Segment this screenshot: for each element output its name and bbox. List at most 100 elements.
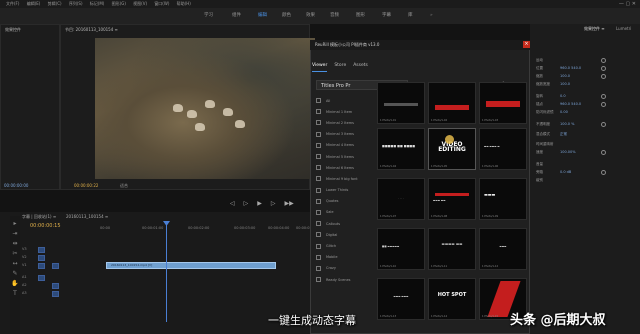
checkbox-icon[interactable] xyxy=(316,187,321,193)
workspace-captions[interactable]: 字幕 xyxy=(382,8,391,24)
pen-icon[interactable]: ✎ xyxy=(12,270,17,277)
tab-store[interactable]: Store xyxy=(334,63,346,72)
template-thumb[interactable]: ▬▬▬ 1 Photo/1-12 xyxy=(479,228,527,270)
category-item[interactable]: Mobile xyxy=(316,252,376,263)
reset-icon[interactable] xyxy=(601,58,606,63)
category-item[interactable]: Minimal 1 Item xyxy=(316,106,376,117)
menu-view[interactable]: 视图(V) xyxy=(133,0,147,8)
effect-controls-tab[interactable]: 效果控件 ≡ xyxy=(584,26,605,32)
workspace-audio[interactable]: 音频 xyxy=(330,8,339,24)
checkbox-icon[interactable] xyxy=(316,277,321,283)
menu-clip[interactable]: 剪辑(C) xyxy=(48,0,62,8)
template-thumb[interactable]: ■■ ▬▬▬▬▬ 1 Photo/1-10 xyxy=(377,228,425,270)
keyframe-icon[interactable] xyxy=(601,94,606,99)
menu-edit[interactable]: 编辑(E) xyxy=(27,0,41,8)
checkbox-icon[interactable] xyxy=(316,109,321,115)
track-toggle-button[interactable] xyxy=(38,275,45,281)
checkbox-icon[interactable] xyxy=(316,176,321,182)
effect-value[interactable]: 100.0 xyxy=(560,74,570,78)
lumetri-tab[interactable]: Lumetri xyxy=(616,26,631,31)
selection-tool-icon[interactable]: ▸ xyxy=(13,220,16,227)
template-thumb[interactable]: VIDEO EDITING 1 Photo/1-05 xyxy=(428,128,476,170)
source-panel-tab[interactable]: 效果控件 xyxy=(1,25,59,35)
checkbox-icon[interactable] xyxy=(316,131,321,137)
razor-icon[interactable]: ✂ xyxy=(12,250,17,257)
keyframe-icon[interactable] xyxy=(601,102,606,107)
close-icon[interactable]: × xyxy=(523,41,530,48)
keyframe-icon[interactable] xyxy=(601,150,606,155)
step-back-icon[interactable]: ▷ xyxy=(244,200,249,210)
category-item[interactable]: Minimal 2 Items xyxy=(316,117,376,128)
slip-icon[interactable]: ↔ xyxy=(12,260,17,267)
menu-file[interactable]: 文件(F) xyxy=(6,0,19,8)
timeline-clip[interactable]: 20160113_100154.mp4 [V] xyxy=(106,262,276,269)
template-thumb[interactable]: 1 Photo/1-03 xyxy=(479,82,527,124)
category-item[interactable]: Minimal 3 Items xyxy=(316,129,376,140)
keyframe-icon[interactable] xyxy=(601,170,606,175)
ripple-edit-icon[interactable]: ⇹ xyxy=(12,240,17,247)
type-icon[interactable]: T xyxy=(13,290,17,297)
step-forward-icon[interactable]: ▷ xyxy=(271,200,276,210)
checkbox-icon[interactable] xyxy=(316,232,321,238)
category-item[interactable]: Minimal 9 big font xyxy=(316,173,376,184)
template-thumb[interactable]: ▬▬▬ 1 Photo/1-09 xyxy=(479,178,527,220)
track-toggle-button[interactable] xyxy=(38,263,45,269)
checkbox-icon[interactable] xyxy=(316,98,321,104)
workspace-assembly[interactable]: 组件 xyxy=(232,8,241,24)
template-thumb[interactable]: HOT SPOT 1 Photo/1-14 xyxy=(428,278,476,320)
category-item[interactable]: Digital xyxy=(316,229,376,240)
effect-row-label[interactable]: 音量 xyxy=(536,162,543,167)
category-item[interactable]: Minimal 4 Items xyxy=(316,140,376,151)
checkbox-icon[interactable] xyxy=(316,154,321,160)
menu-graphics[interactable]: 图形(G) xyxy=(112,0,126,8)
effect-value[interactable]: 100.00% xyxy=(560,150,576,154)
checkbox-icon[interactable] xyxy=(316,120,321,126)
category-item[interactable]: Glitch xyxy=(316,240,376,251)
play-icon[interactable]: ▶ xyxy=(257,200,262,210)
template-thumb[interactable]: 1 Photo/1-01 xyxy=(377,82,425,124)
checkbox-icon[interactable] xyxy=(316,265,321,271)
menu-sequence[interactable]: 序列(S) xyxy=(69,0,83,8)
workspace-color[interactable]: 颜色 xyxy=(282,8,291,24)
template-thumb[interactable]: ▬▬▬ ▬▬▬ 1 Photo/1-13 xyxy=(377,278,425,320)
workspace-libraries[interactable]: 库 xyxy=(408,8,413,24)
workspace-more-icon[interactable]: » xyxy=(430,8,433,24)
workspace-graphics[interactable]: 图形 xyxy=(356,8,365,24)
fit-dropdown[interactable]: 适合 xyxy=(120,183,128,189)
effect-row-label[interactable]: 运动 xyxy=(536,58,543,63)
track-toggle-button[interactable] xyxy=(52,291,59,297)
checkbox-icon[interactable] xyxy=(316,142,321,148)
effect-value[interactable]: 960.0 540.0 xyxy=(560,102,581,106)
track-toggle-button[interactable] xyxy=(38,255,45,261)
category-item[interactable]: Quotes xyxy=(316,196,376,207)
timeline-tab[interactable]: 字幕 | 回收站(1) ≡ xyxy=(22,214,56,220)
effect-value[interactable]: 100.0 % xyxy=(560,122,574,126)
category-item[interactable]: Minimal 5 Items xyxy=(316,151,376,162)
checkbox-icon[interactable] xyxy=(316,243,321,249)
category-item[interactable]: All xyxy=(316,95,376,106)
track-toggle-button[interactable] xyxy=(52,263,59,269)
checkbox-icon[interactable] xyxy=(316,198,321,204)
category-item[interactable]: Callouts xyxy=(316,218,376,229)
tab-viewer[interactable]: Viewer xyxy=(312,63,328,72)
template-thumb[interactable]: 1 Photo/1-02 xyxy=(428,82,476,124)
keyframe-icon[interactable] xyxy=(601,74,606,79)
menu-help[interactable]: 帮助(H) xyxy=(177,0,191,8)
category-item[interactable]: Crazy xyxy=(316,263,376,274)
track-toggle-button[interactable] xyxy=(52,283,59,289)
keyframe-icon[interactable] xyxy=(601,122,606,127)
hand-icon[interactable]: ✋ xyxy=(11,280,18,287)
category-item[interactable]: Minimal 6 Items xyxy=(316,162,376,173)
fast-forward-icon[interactable]: ▶▶ xyxy=(285,200,294,210)
effect-value[interactable]: 0.0 xyxy=(560,94,566,98)
track-select-icon[interactable]: ⇥ xyxy=(12,230,17,237)
effect-value[interactable]: 正常 xyxy=(560,132,567,137)
category-item[interactable]: Ready Scenes xyxy=(316,274,376,285)
checkbox-icon[interactable] xyxy=(316,209,321,215)
effect-value[interactable]: 0.00 xyxy=(560,110,568,114)
effect-value[interactable]: 100.0 xyxy=(560,82,570,86)
category-item[interactable]: Lower Thirds xyxy=(316,185,376,196)
menu-window[interactable]: 窗口(W) xyxy=(154,0,169,8)
checkbox-icon[interactable] xyxy=(316,221,321,227)
effect-value[interactable]: 960.0 540.0 xyxy=(560,66,581,70)
